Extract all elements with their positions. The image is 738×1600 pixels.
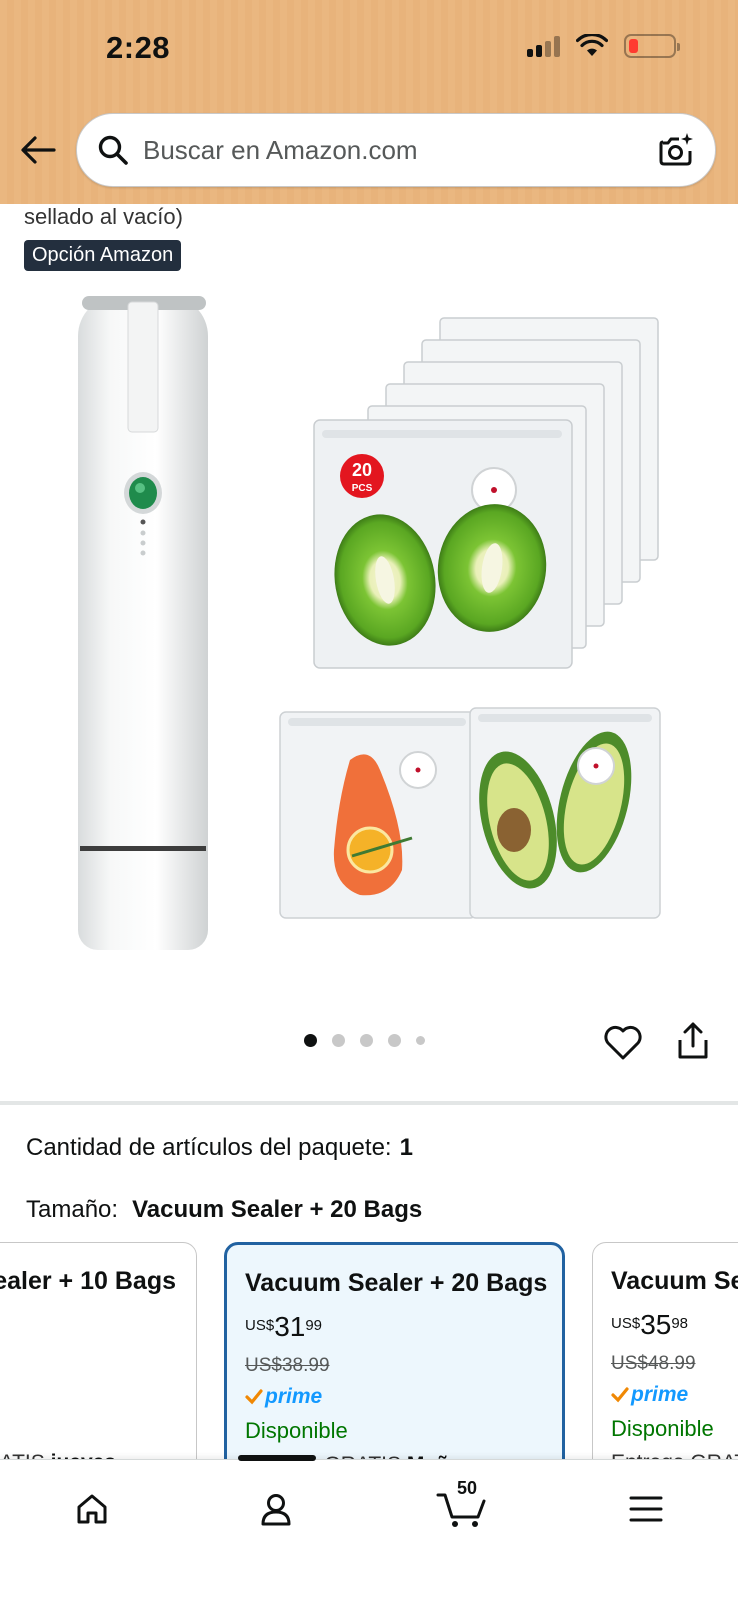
wifi-icon — [576, 34, 608, 56]
signal-icon — [527, 35, 560, 57]
prime-badge: prime — [245, 1385, 322, 1409]
prime-badge: prime — [611, 1383, 688, 1407]
camera-search-icon[interactable] — [657, 131, 695, 169]
availability: Disponible — [245, 1418, 348, 1443]
amazon-choice-badge: Opción Amazon — [24, 240, 182, 271]
availability: Disponible — [611, 1416, 714, 1441]
quantity-row: Cantidad de artículos del paquete: 1 — [26, 1134, 413, 1162]
header: 2:28 Buscar en Amazon.com — [0, 0, 738, 204]
prime-check-icon — [611, 1387, 629, 1403]
nav-home[interactable] — [62, 1484, 122, 1534]
carousel-dot[interactable] — [416, 1036, 425, 1045]
status-time: 2:28 — [106, 30, 171, 65]
quantity-label: Cantidad de artículos del paquete: — [26, 1134, 392, 1161]
variation-price: US$ 31 99 — [245, 1311, 323, 1342]
quantity-value: 1 — [399, 1134, 413, 1161]
carousel-dot[interactable] — [360, 1034, 373, 1047]
status-icons — [527, 34, 680, 58]
search-placeholder: Buscar en Amazon.com — [143, 134, 418, 165]
product-image[interactable]: 20 PCS — [0, 290, 738, 980]
carousel-dot[interactable] — [304, 1034, 317, 1047]
variation-price: US$ 35 98 — [611, 1309, 689, 1340]
bottom-nav: 50 — [0, 1455, 738, 1600]
product-title: sellado al vacío) — [24, 204, 183, 229]
size-row: Tamaño: Vacuum Sealer + 20 Bags — [26, 1196, 422, 1224]
pcs-badge-count: 20 — [352, 460, 372, 480]
account-icon — [261, 1494, 291, 1526]
size-value: Vacuum Sealer + 20 Bags — [132, 1196, 423, 1223]
search-input[interactable]: Buscar en Amazon.com — [76, 113, 716, 187]
carousel-dot[interactable] — [388, 1034, 401, 1047]
variation-name: Vacuum Sealer + 30 Bags — [611, 1267, 738, 1295]
nav-account[interactable] — [246, 1484, 306, 1534]
home-icon — [77, 1494, 107, 1524]
wishlist-heart-icon[interactable] — [602, 1022, 644, 1064]
vacuum-sealer-device — [78, 296, 208, 950]
carousel-dot[interactable] — [332, 1034, 345, 1047]
section-divider — [0, 1101, 738, 1105]
nav-menu[interactable] — [616, 1484, 676, 1534]
pcs-badge-unit: PCS — [352, 483, 373, 494]
back-arrow-icon — [21, 136, 56, 164]
product-page: 2:28 Buscar en Amazon.com sellado al vac… — [0, 0, 738, 1600]
variation-name: Vacuum Sealer + 10 Bags — [0, 1267, 176, 1295]
back-button[interactable] — [18, 130, 58, 170]
bag-zipper — [322, 430, 562, 438]
search-icon — [98, 135, 128, 165]
list-price: US$48.99 — [611, 1353, 696, 1374]
menu-icon — [629, 1496, 663, 1522]
pcs-badge: 20 PCS — [340, 454, 384, 498]
size-label: Tamaño: — [26, 1196, 119, 1223]
active-tab-indicator — [238, 1455, 316, 1461]
battery-icon — [624, 34, 680, 58]
carousel-dots[interactable] — [304, 1034, 425, 1047]
cart-count: 50 — [456, 1478, 478, 1498]
share-icon[interactable] — [674, 1020, 712, 1062]
variation-name: Vacuum Sealer + 20 Bags — [245, 1269, 548, 1297]
prime-check-icon — [245, 1389, 263, 1405]
list-price: US$38.99 — [245, 1355, 330, 1376]
